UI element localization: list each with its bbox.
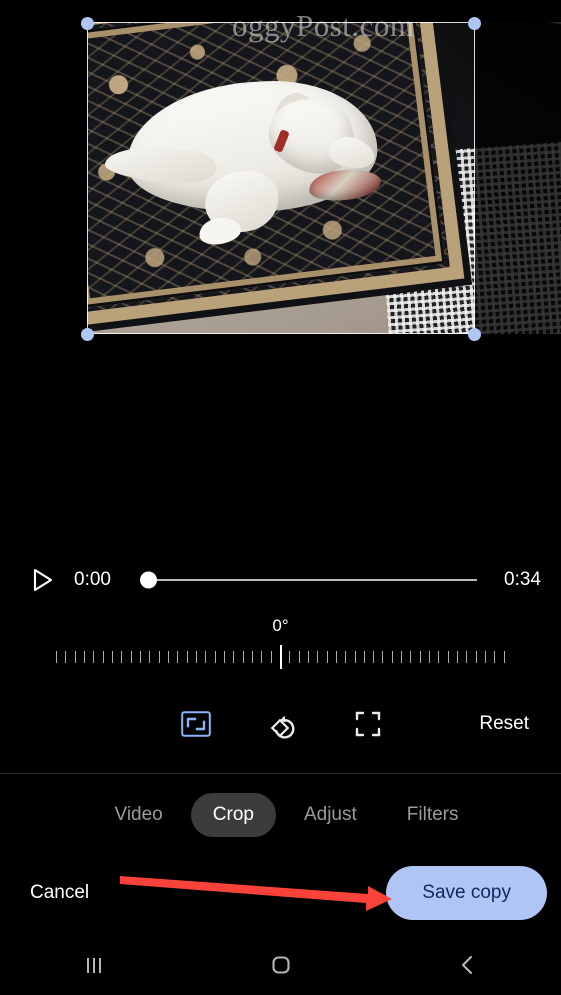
ruler-tick — [382, 651, 384, 663]
ruler-tick — [223, 651, 225, 663]
scrubber-track[interactable] — [140, 579, 477, 581]
ruler-tick — [121, 651, 123, 663]
ruler-tick — [289, 651, 291, 663]
rotation-value-label: 0° — [272, 616, 289, 635]
ruler-tick — [419, 651, 421, 663]
ruler-tick — [261, 651, 263, 663]
home-icon — [271, 956, 290, 974]
ruler-tick — [391, 651, 393, 663]
rotate-left-icon — [270, 715, 295, 739]
ruler-tick — [298, 651, 300, 663]
ruler-tick — [475, 651, 477, 663]
ruler-tick — [102, 651, 104, 663]
crop-handle-bottom-right[interactable] — [468, 328, 481, 341]
crop-handle-top-right[interactable] — [468, 17, 481, 30]
tab-crop[interactable]: Crop — [190, 793, 276, 837]
free-crop-icon — [355, 711, 381, 737]
ruler-tick — [65, 651, 67, 663]
ruler-tick — [410, 651, 412, 663]
scrubber-thumb[interactable] — [140, 571, 157, 589]
ruler-tick — [139, 651, 141, 663]
ruler-tick — [447, 651, 449, 663]
ruler-tick — [335, 651, 337, 663]
aspect-ratio-button[interactable] — [172, 702, 220, 746]
ruler-tick — [242, 651, 244, 663]
ruler-tick — [205, 651, 207, 663]
total-time-label: 0:34 — [504, 569, 541, 590]
cancel-button[interactable]: Cancel — [24, 874, 95, 912]
ruler-center-marker — [279, 645, 282, 669]
ruler-tick — [503, 651, 505, 663]
play-triangle-icon — [33, 568, 53, 592]
ruler-tick — [56, 651, 57, 663]
ruler-tick — [438, 651, 440, 663]
crop-handle-bottom-left[interactable] — [81, 328, 94, 341]
back-icon — [461, 955, 472, 975]
playback-controls: 0:00 0:34 — [0, 560, 561, 600]
ruler-tick — [195, 651, 197, 663]
bottom-action-bar: Cancel Save copy — [0, 858, 561, 928]
home-button[interactable] — [187, 935, 374, 995]
ruler-tick — [186, 651, 188, 663]
ruler-tick — [130, 651, 132, 663]
ruler-tick — [158, 651, 160, 663]
recents-icon — [86, 958, 101, 973]
scrubber[interactable] — [140, 570, 477, 590]
ruler-tick — [307, 651, 309, 663]
rotation-ruler[interactable] — [0, 645, 561, 671]
ruler-tick — [270, 651, 272, 663]
ruler-tick — [251, 651, 253, 663]
rotate-button[interactable] — [258, 702, 306, 746]
ruler-tick — [401, 651, 403, 663]
play-button[interactable] — [26, 563, 60, 597]
ruler-tick — [429, 651, 431, 663]
tab-filters[interactable]: Filters — [385, 793, 469, 837]
ruler-tick — [74, 651, 76, 663]
recents-button[interactable] — [0, 935, 187, 995]
ruler-tick — [177, 651, 179, 663]
back-button[interactable] — [374, 935, 561, 995]
tab-video[interactable]: Video — [93, 793, 185, 837]
ruler-tick — [167, 651, 169, 663]
android-navigation-bar — [0, 935, 561, 995]
tab-adjust[interactable]: Adjust — [282, 793, 379, 837]
current-time-label: 0:00 — [74, 569, 111, 590]
save-copy-button[interactable]: Save copy — [386, 866, 547, 920]
reset-button[interactable]: Reset — [475, 707, 533, 741]
ruler-tick — [345, 651, 347, 663]
ruler-tick — [466, 651, 468, 663]
section-divider — [0, 773, 561, 774]
ruler-tick — [494, 651, 496, 663]
ruler-tick — [214, 651, 216, 663]
ruler-tick — [93, 651, 95, 663]
ruler-tick — [457, 651, 459, 663]
video-editor-screen: oggyPost.com 0:00 0:34 0° Reset Video Cr… — [0, 0, 561, 995]
ruler-tick — [326, 651, 328, 663]
ruler-tick — [317, 651, 319, 663]
ruler-tick — [233, 651, 235, 663]
editor-tabs: Video Crop Adjust Filters — [0, 790, 561, 840]
aspect-ratio-icon — [181, 711, 211, 737]
ruler-tick — [111, 651, 113, 663]
video-preview-area[interactable]: oggyPost.com — [0, 0, 561, 540]
ruler-tick — [149, 651, 151, 663]
ruler-tick — [83, 651, 85, 663]
ruler-tick — [354, 651, 356, 663]
free-crop-button[interactable] — [344, 702, 392, 746]
photo-inside-crop[interactable] — [87, 22, 475, 334]
crop-handle-top-left[interactable] — [81, 17, 94, 30]
ruler-tick — [485, 651, 487, 663]
ruler-tick — [363, 651, 365, 663]
photo-scene — [87, 22, 475, 334]
ruler-tick — [373, 651, 375, 663]
crop-tools-row: Reset — [0, 700, 561, 748]
